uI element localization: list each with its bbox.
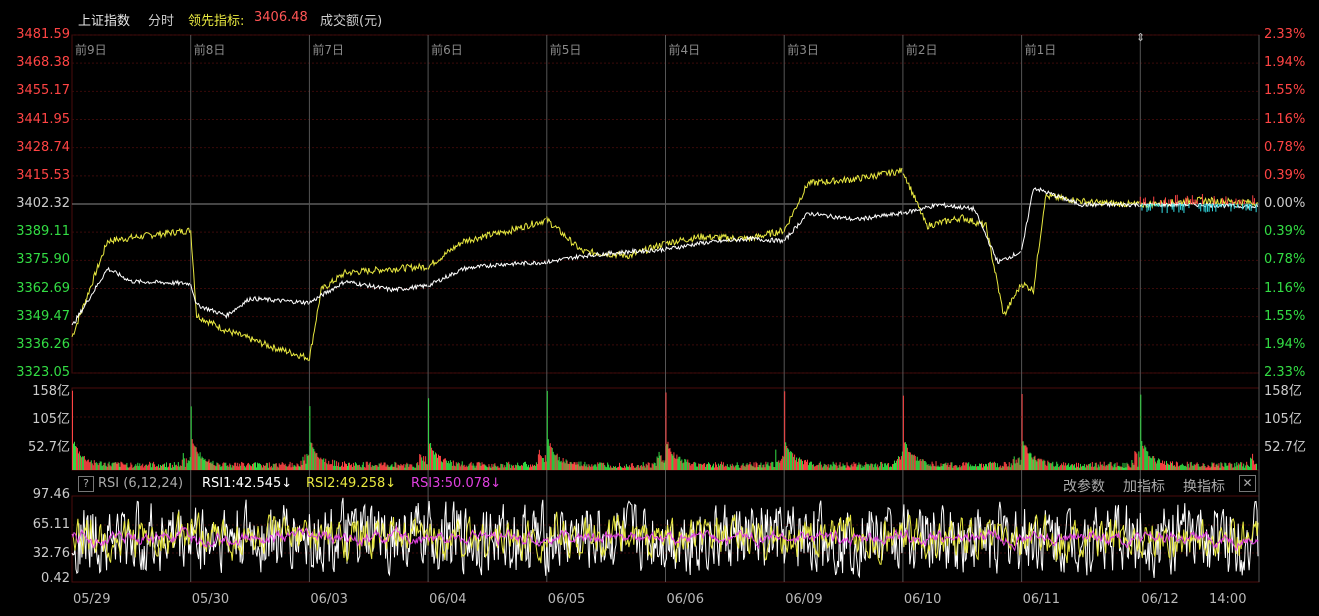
percent-label: 0.78% [1264, 139, 1306, 155]
price-label: 3349.47 [16, 308, 70, 324]
day-label: 前6日 [431, 43, 463, 57]
percent-label: 2.33% [1264, 365, 1306, 380]
modify-params-button[interactable]: 改参数 [1063, 476, 1105, 496]
volume-label: 158亿 [32, 384, 70, 399]
price-label: 3362.69 [16, 280, 70, 296]
percent-label: 1.55% [1264, 308, 1306, 324]
time-label: 06/11 [1022, 592, 1061, 607]
price-label: 3455.17 [16, 83, 70, 99]
day-label: 前7日 [312, 43, 345, 57]
price-line [71, 187, 1259, 326]
switch-indicator-button[interactable]: 换指标 [1183, 476, 1225, 496]
rsi3-value: RSI3:50.078↓ [411, 476, 502, 491]
price-label: 3375.90 [16, 252, 70, 268]
rsi2-value: RSI2:49.258↓ [306, 476, 397, 491]
cursor-icon: ⇕ [1136, 31, 1145, 44]
rsi-axis-label: 65.11 [32, 517, 70, 532]
day-label: 前9日 [75, 43, 107, 57]
leading-indicator-line [71, 167, 1258, 362]
time-label: 06/12 [1141, 592, 1179, 607]
chart-canvas[interactable]: ⇕ [0, 0, 1319, 616]
percent-label: 0.39% [1264, 167, 1306, 183]
volume-label: 105亿 [1264, 412, 1302, 427]
time-label: 06/04 [429, 592, 467, 607]
percent-label: 1.94% [1264, 55, 1306, 71]
day-label: 前3日 [787, 43, 819, 57]
time-label: 06/10 [903, 592, 942, 607]
percent-label: 2.33% [1264, 27, 1306, 42]
price-label: 3428.74 [16, 139, 70, 155]
percent-label: 1.55% [1264, 83, 1306, 99]
rsi-name[interactable]: RSI (6,12,24) [98, 476, 183, 491]
volume-label: 52.7亿 [1264, 440, 1306, 455]
percent-label: 0.39% [1264, 224, 1306, 240]
help-button[interactable]: ? [78, 476, 94, 492]
volume-label: 158亿 [1264, 384, 1302, 399]
percent-label: 0.78% [1264, 252, 1306, 268]
rsi-axis-label: 97.46 [32, 487, 70, 502]
day-label: 前1日 [1024, 43, 1057, 57]
day-label: 前8日 [193, 43, 226, 57]
rsi-axis-label: 32.76 [32, 546, 70, 561]
time-label: 06/05 [547, 592, 586, 607]
price-label: 3389.11 [16, 224, 70, 240]
day-label: 前5日 [549, 43, 582, 57]
price-label: 3415.53 [16, 167, 70, 183]
volume-label: 52.7亿 [28, 440, 70, 455]
price-label: 3481.59 [16, 27, 70, 42]
price-label: 3468.38 [16, 55, 70, 71]
day-label: 前2日 [905, 43, 938, 57]
price-label: 3336.26 [16, 336, 70, 352]
price-label: 3402.32 [16, 196, 70, 211]
percent-label: 1.16% [1264, 280, 1306, 296]
time-label: 06/09 [785, 592, 823, 607]
percent-label: 1.16% [1264, 111, 1306, 127]
time-label: 05/30 [191, 592, 230, 607]
rsi-axis-label: 0.42 [41, 571, 70, 586]
day-label: 前4日 [668, 43, 701, 57]
time-label: 06/03 [310, 592, 348, 607]
volume-label: 105亿 [32, 412, 70, 427]
price-label: 3323.05 [16, 365, 70, 380]
add-indicator-button[interactable]: 加指标 [1123, 476, 1165, 496]
percent-label: 1.94% [1264, 336, 1306, 352]
percent-label: 0.00% [1264, 196, 1306, 211]
close-indicator-button[interactable]: ✕ [1239, 475, 1256, 492]
time-label: 14:00 [1209, 592, 1247, 607]
time-label: 05/29 [73, 592, 111, 607]
rsi1-value: RSI1:42.545↓ [202, 476, 293, 491]
price-label: 3441.95 [16, 111, 70, 127]
time-label: 06/06 [666, 592, 704, 607]
